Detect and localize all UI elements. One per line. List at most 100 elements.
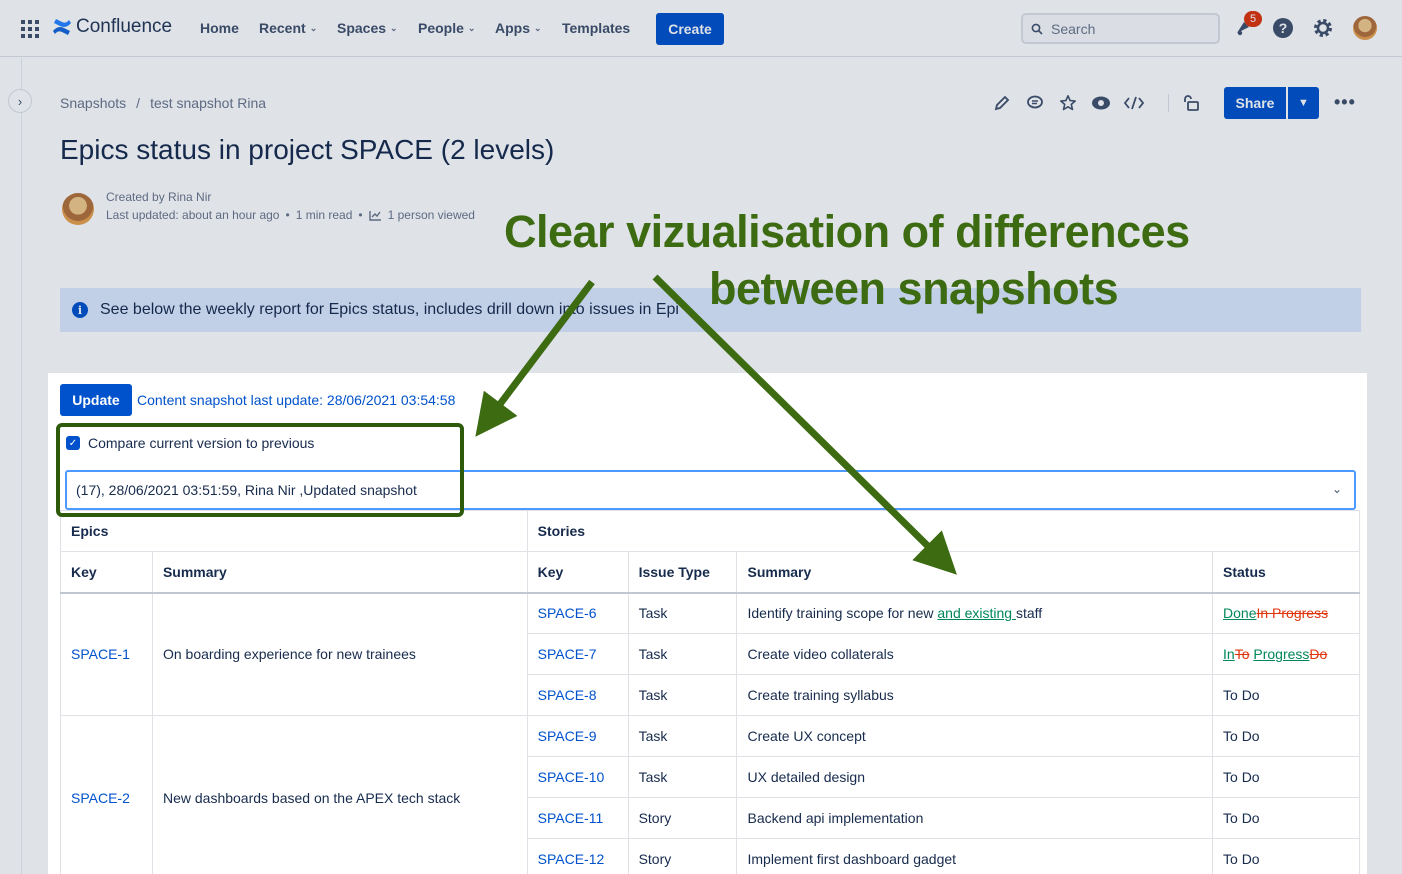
inserted-text: and existing bbox=[937, 605, 1016, 622]
chevron-down-icon: ⌄ bbox=[390, 22, 398, 33]
inserted-text: In bbox=[1223, 646, 1235, 662]
confluence-logo[interactable]: Confluence bbox=[52, 16, 172, 38]
watch-icon[interactable] bbox=[1089, 91, 1113, 115]
share-button[interactable]: Share bbox=[1224, 87, 1286, 119]
page-metadata: Last updated: about an hour ago • 1 min … bbox=[106, 208, 475, 222]
story-status: To Do bbox=[1212, 756, 1360, 798]
cell-text: Implement first dashboard gadget bbox=[747, 851, 957, 867]
col-header-epic-summary: Summary bbox=[151, 551, 528, 594]
breadcrumb-item[interactable]: test snapshot Rina bbox=[150, 95, 266, 111]
user-avatar[interactable] bbox=[1353, 16, 1377, 40]
create-button[interactable]: Create bbox=[656, 13, 724, 45]
annotation-line-2: between snapshots bbox=[709, 263, 1119, 314]
sidebar-collapsed bbox=[0, 58, 22, 874]
nav-apps[interactable]: Apps ⌄ bbox=[495, 20, 542, 36]
breadcrumb-item[interactable]: Snapshots bbox=[60, 95, 126, 111]
page-title: Epics status in project SPACE (2 levels) bbox=[60, 134, 555, 165]
story-key-link[interactable]: SPACE-10 bbox=[526, 756, 629, 798]
chevron-down-icon: ⌄ bbox=[467, 22, 476, 33]
search-placeholder: Search bbox=[1051, 20, 1096, 37]
nav-label: Templates bbox=[562, 20, 631, 36]
chevron-down-icon: ⌄ bbox=[309, 22, 318, 33]
epic-key-link[interactable]: SPACE-2 bbox=[60, 715, 153, 874]
deleted-text: Do bbox=[1309, 646, 1328, 662]
nav-templates[interactable]: Templates bbox=[562, 20, 630, 36]
story-key-link[interactable]: SPACE-7 bbox=[526, 633, 629, 675]
story-key-link[interactable]: SPACE-12 bbox=[526, 838, 629, 874]
edit-icon[interactable] bbox=[990, 91, 1014, 115]
cell-text: To Do bbox=[1223, 810, 1260, 826]
search-input[interactable]: Search bbox=[1021, 13, 1220, 44]
page-views[interactable]: 1 person viewed bbox=[388, 208, 475, 222]
table-row: SPACE-2 New dashboards based on the APEX … bbox=[60, 715, 1360, 874]
deleted-text: In Progress bbox=[1256, 605, 1329, 622]
story-summary: Create video collaterals bbox=[736, 633, 1214, 675]
apps-grid-icon[interactable] bbox=[21, 20, 39, 38]
restrictions-icon[interactable] bbox=[1179, 91, 1203, 115]
chevron-down-icon: ⌄ bbox=[534, 22, 542, 33]
expand-sidebar-icon[interactable]: › bbox=[8, 89, 32, 113]
story-status: InTo ProgressDo bbox=[1212, 633, 1360, 675]
created-by[interactable]: Created by Rina Nir bbox=[106, 190, 211, 204]
col-header-issue-type: Issue Type bbox=[627, 551, 738, 594]
story-key-link[interactable]: SPACE-9 bbox=[526, 715, 629, 757]
story-summary: Backend api implementation bbox=[736, 797, 1214, 839]
brand-name: Confluence bbox=[76, 16, 173, 37]
cell-text: To Do bbox=[1223, 687, 1260, 703]
nav-label: Spaces bbox=[337, 20, 387, 36]
issue-type: Task bbox=[627, 674, 738, 716]
svg-text:?: ? bbox=[1279, 20, 1288, 36]
help-icon[interactable]: ? bbox=[1272, 17, 1294, 39]
issue-type: Task bbox=[627, 715, 738, 757]
story-summary: Create training syllabus bbox=[736, 674, 1214, 716]
story-key-link[interactable]: SPACE-8 bbox=[526, 674, 629, 716]
issue-type: Story bbox=[627, 797, 738, 839]
breadcrumb-separator: / bbox=[136, 95, 141, 111]
story-status: To Do bbox=[1212, 715, 1360, 757]
story-summary: Identify training scope for new and exis… bbox=[736, 592, 1214, 634]
meta-dot: • bbox=[358, 208, 363, 222]
info-text: See below the weekly report for Epics st… bbox=[100, 301, 679, 318]
update-button[interactable]: Update bbox=[60, 384, 132, 416]
nav-label: People bbox=[418, 20, 464, 36]
cell-text: To Do bbox=[1223, 728, 1260, 744]
nav-spaces[interactable]: Spaces ⌄ bbox=[337, 20, 398, 36]
page-actions bbox=[990, 91, 1212, 115]
nav-people[interactable]: People ⌄ bbox=[418, 20, 475, 36]
analytics-icon bbox=[368, 210, 381, 221]
breadcrumb: Snapshots / test snapshot Rina bbox=[60, 95, 266, 111]
epic-summary: New dashboards based on the APEX tech st… bbox=[151, 715, 528, 874]
epic-summary: On boarding experience for new trainees bbox=[151, 592, 528, 716]
notification-badge: 5 bbox=[1244, 11, 1262, 27]
author-avatar[interactable] bbox=[62, 193, 94, 225]
story-summary: Implement first dashboard gadget bbox=[736, 838, 1214, 874]
embed-code-icon[interactable] bbox=[1122, 91, 1146, 115]
epics-report-table: Epics Stories Key Summary Key Issue Type… bbox=[60, 510, 1361, 874]
more-actions-icon[interactable]: ••• bbox=[1334, 92, 1356, 113]
cell-text: Create training syllabus bbox=[747, 687, 894, 703]
settings-icon[interactable] bbox=[1312, 17, 1334, 39]
cell-text: Backend api implementation bbox=[747, 810, 924, 826]
issue-type: Task bbox=[627, 592, 738, 634]
nav-home[interactable]: Home bbox=[200, 20, 239, 36]
cell-text: Create video collaterals bbox=[747, 646, 894, 662]
epic-key-link[interactable]: SPACE-1 bbox=[60, 592, 153, 716]
nav-label: Recent bbox=[259, 20, 306, 36]
star-icon[interactable] bbox=[1056, 91, 1080, 115]
chevron-down-icon: ⌄ bbox=[1331, 482, 1342, 496]
snapshot-last-update[interactable]: Content snapshot last update: 28/06/2021… bbox=[137, 392, 455, 408]
story-status: To Do bbox=[1212, 674, 1360, 716]
issue-type: Task bbox=[627, 633, 738, 675]
last-updated[interactable]: Last updated: about an hour ago bbox=[106, 208, 279, 222]
nav-recent[interactable]: Recent ⌄ bbox=[259, 20, 317, 36]
story-key-link[interactable]: SPACE-11 bbox=[526, 797, 629, 839]
issue-type: Task bbox=[627, 756, 738, 798]
compare-highlight-box bbox=[56, 423, 464, 517]
top-navigation: Confluence Home Recent ⌄ Spaces ⌄ People ⌄ Apps… bbox=[0, 0, 1402, 57]
cell-text: Create UX concept bbox=[747, 728, 866, 744]
share-dropdown-icon[interactable]: ▼ bbox=[1288, 87, 1319, 119]
comment-icon[interactable] bbox=[1023, 91, 1047, 115]
cell-text: UX detailed design bbox=[747, 769, 866, 785]
story-key-link[interactable]: SPACE-6 bbox=[526, 592, 629, 634]
col-header-status: Status bbox=[1212, 551, 1360, 594]
